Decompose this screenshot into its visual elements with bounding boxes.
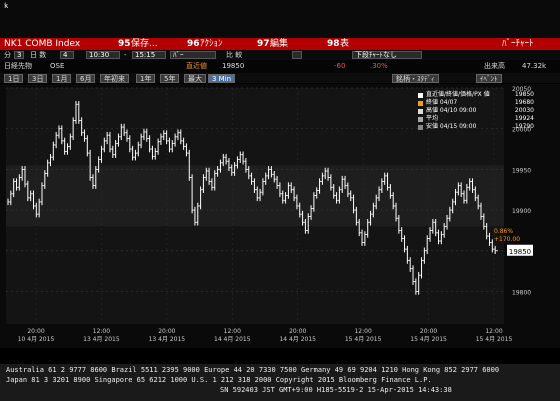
x-tick-date: 15 4月 2015 [345,336,382,343]
footer: Australia 61 2 9777 8600 Brazil 5511 239… [0,364,560,401]
x-tick-time: 20:00 [420,328,437,335]
security-title[interactable]: NK1 COMB Index [4,38,80,50]
window-glyph: k [4,2,9,10]
legend-item: 直近値/終値/価格/PX 値 19850 [418,91,534,99]
period-label: 分 [4,51,11,59]
settings-row: 分 3 日 数 4 10:30 - 15:15 ﾊﾞｰ 比 較 下段ﾁｬｰﾄなし [0,50,560,60]
menu-edit[interactable]: 編集 [270,38,288,50]
menu-action[interactable]: ｱｸｼｮﾝ [200,38,223,50]
lower-chart-select[interactable]: 下段ﾁｬｰﾄなし [352,51,422,59]
time-separator: - [124,51,127,59]
volume-value: 47.32k [522,62,547,70]
x-tick-time: 12:00 [224,328,241,335]
x-tick-date: 15 4月 2015 [476,336,513,343]
period-field[interactable]: 3 [14,51,24,59]
menu-table[interactable]: 表 [340,38,349,50]
x-tick-date: 14 4月 2015 [214,336,251,343]
quote-row: 日経先物 OSE 直近値 19850 -60 .30% 出来高 47.32k [0,60,560,73]
instrument-name: 日経先物 [4,62,32,70]
legend-item: 平均 19924 [418,115,534,123]
study-button[interactable]: 銘柄・ｽﾀﾃﾞｨ [392,74,439,83]
chart-type-select[interactable]: ﾊﾞｰ [170,51,216,59]
exchange-code: OSE [50,62,65,70]
compare-label[interactable]: 比 較 [226,50,242,60]
last-value: 19850 [222,62,245,70]
x-tick-time: 20:00 [158,328,175,335]
range-toolbar: 1日 3日 1月 6月 年初来 1年 5年 最大 3 Min 銘柄・ｽﾀﾃﾞｨ … [0,73,560,83]
range-6m-button[interactable]: 6月 [76,74,96,83]
x-tick-time: 20:00 [289,328,306,335]
time-from-field[interactable]: 10:30 [86,51,120,59]
chart-legend: 直近値/終値/価格/PX 値 19850 終値 04/07 19680 高値 0… [418,91,534,131]
bar-chart-label: ﾊﾞｰﾁｬｰﾄ [502,39,534,49]
range-5y-button[interactable]: 5年 [160,74,180,83]
net-change: -60 [334,62,346,70]
range-1y-button[interactable]: 1年 [136,74,156,83]
x-tick-date: 10 4月 2015 [18,336,55,343]
x-tick-date: 13 4月 2015 [149,336,186,343]
range-max-button[interactable]: 最大 [184,74,206,83]
menu-action-num: 96 [187,39,200,49]
title-bar: NK1 COMB Index 95 保存... 96 ｱｸｼｮﾝ 97 編集 9… [0,38,560,50]
x-tick-date: 13 4月 2015 [83,336,120,343]
x-tick-time: 20:00 [27,328,44,335]
menu-save[interactable]: 保存... [131,38,158,50]
last-price-label: 19850 [509,248,531,256]
x-tick-time: 12:00 [93,328,110,335]
days-field[interactable]: 4 [60,51,74,59]
x-tick-date: 14 4月 2015 [279,336,316,343]
range-1d-button[interactable]: 1日 [4,74,24,83]
legend-item: 終値 04/07 19680 [418,99,534,107]
x-tick-date: 15 4月 2015 [410,336,447,343]
footer-line-1: Australia 61 2 9777 8600 Brazil 5511 239… [6,366,500,374]
session-band [6,165,504,227]
menu-edit-num: 97 [257,39,270,49]
y-tick-label: 19900 [512,208,531,215]
compare-checkbox[interactable] [292,51,302,59]
pct-change: .30% [370,62,388,70]
event-button[interactable]: ｲﾍﾞﾝﾄ [476,74,502,83]
footer-line-2: Japan 81 3 3201 8900 Singapore 65 6212 1… [6,376,432,384]
y-tick-label: 19950 [512,167,531,174]
range-1m-button[interactable]: 1月 [52,74,72,83]
last-label: 直近値 [186,62,207,70]
change-pct-annotation: 0.86% [494,228,513,235]
days-label: 日 数 [30,51,47,59]
terminal-ticker-strip: k [0,0,560,38]
range-ytd-button[interactable]: 年初来 [100,74,129,83]
legend-item: 高値 04/10 09:00 20030 [418,107,534,115]
time-to-field[interactable]: 15:15 [132,51,166,59]
menu-table-num: 98 [327,39,340,49]
y-tick-label: 19800 [512,289,531,296]
x-tick-time: 12:00 [354,328,371,335]
volume-label: 出来高 [484,62,505,70]
interval-3min-button[interactable]: 3 Min [208,74,236,83]
range-3d-button[interactable]: 3日 [28,74,48,83]
menu-save-num: 95 [118,39,131,49]
x-tick-time: 12:00 [485,328,502,335]
footer-line-3: SN 592403 JST GMT+9:00 H185-5519-2 15-Ap… [220,386,452,394]
legend-item: 安値 04/15 09:00 19790 [418,123,534,131]
change-abs-annotation: +170.00 [494,236,520,243]
